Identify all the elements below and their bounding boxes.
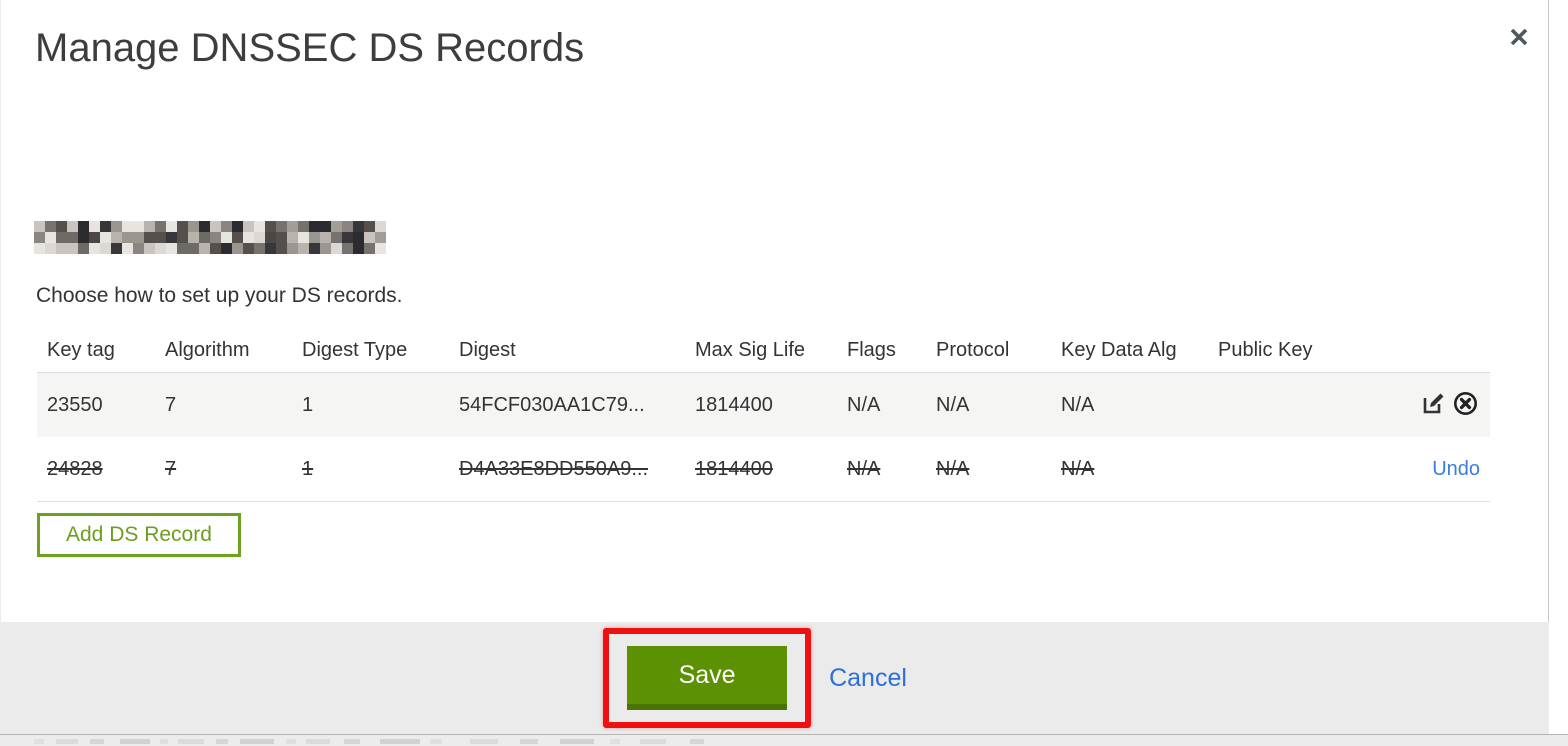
cell-digest-type: 1 xyxy=(302,457,314,480)
cell-max-sig-life: 1814400 xyxy=(695,393,773,416)
dialog-footer: Save Cancel xyxy=(1,622,1549,734)
cell-digest-type: 1 xyxy=(302,393,314,416)
cell-digest: D4A33E8DD550A9... xyxy=(459,457,649,480)
cell-protocol: N/A xyxy=(936,393,970,416)
redacted-domain-name xyxy=(34,221,386,254)
cell-key-data-alg: N/A xyxy=(1061,457,1095,480)
delete-circle-x-icon xyxy=(1452,390,1479,420)
add-ds-record-button[interactable]: Add DS Record xyxy=(37,513,241,557)
close-icon xyxy=(1506,24,1532,53)
delete-record-button[interactable] xyxy=(1450,390,1480,420)
cell-key-data-alg: N/A xyxy=(1061,393,1095,416)
page-behind-modal-edge xyxy=(0,734,1568,746)
ds-records-table: Key tag Algorithm Digest Type Digest Max… xyxy=(37,329,1490,502)
annotation-highlight-red-box: Save xyxy=(603,628,812,728)
column-header-digest: Digest xyxy=(459,339,516,361)
close-button[interactable] xyxy=(1499,18,1539,58)
column-header-public-key: Public Key xyxy=(1218,339,1313,361)
page-title: Manage DNSSEC DS Records xyxy=(35,26,585,70)
edit-icon xyxy=(1420,390,1447,420)
cell-algorithm: 7 xyxy=(165,457,177,480)
cell-algorithm: 7 xyxy=(165,393,177,416)
cell-digest: 54FCF030AA1C79... xyxy=(459,393,645,416)
cell-max-sig-life: 1814400 xyxy=(695,457,773,480)
save-button[interactable]: Save xyxy=(627,646,788,710)
cell-key-tag: 24828 xyxy=(47,457,103,480)
column-header-key-data-alg: Key Data Alg xyxy=(1061,339,1177,361)
column-header-flags: Flags xyxy=(847,339,896,361)
undo-link[interactable]: Undo xyxy=(1432,458,1480,481)
table-header-row: Key tag Algorithm Digest Type Digest Max… xyxy=(37,329,1490,373)
column-header-algorithm: Algorithm xyxy=(165,339,250,361)
cell-key-tag: 23550 xyxy=(47,393,103,416)
table-row-deleted: 24828 7 1 D4A33E8DD550A9... 1814400 N/A … xyxy=(37,437,1490,502)
instruction-text: Choose how to set up your DS records. xyxy=(36,284,403,307)
cancel-link[interactable]: Cancel xyxy=(829,664,907,693)
column-header-digest-type: Digest Type xyxy=(302,339,408,361)
cell-flags: N/A xyxy=(847,393,881,416)
column-header-protocol: Protocol xyxy=(936,339,1010,361)
cell-protocol: N/A xyxy=(936,457,970,480)
column-header-key-tag: Key tag xyxy=(47,339,115,361)
cell-flags: N/A xyxy=(847,457,881,480)
edit-record-button[interactable] xyxy=(1418,390,1448,420)
dnssec-dialog: Manage DNSSEC DS Records Choose how to s… xyxy=(0,0,1549,746)
table-row: 23550 7 1 54FCF030AA1C79... 1814400 N/A … xyxy=(37,373,1490,437)
column-header-max-sig-life: Max Sig Life xyxy=(695,339,806,361)
